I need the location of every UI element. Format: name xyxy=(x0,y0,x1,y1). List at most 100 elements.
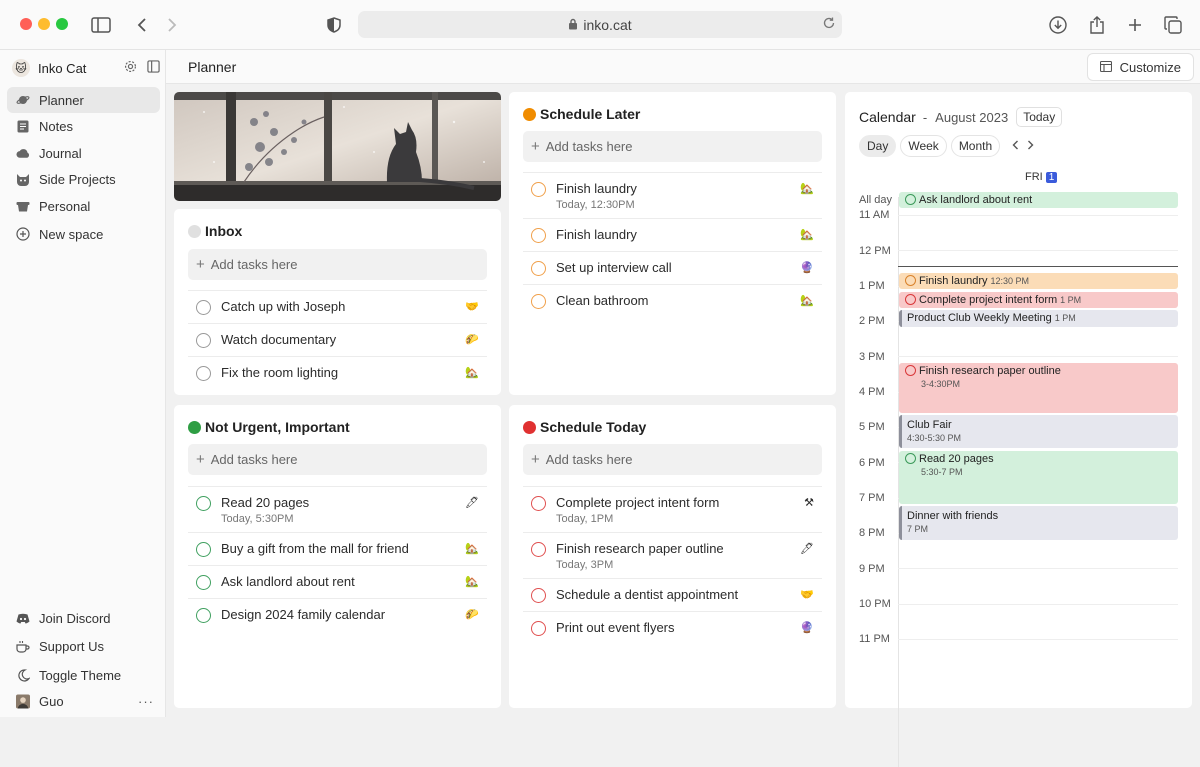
minimize-window-button[interactable] xyxy=(38,18,50,30)
add-task-input[interactable]: + Add tasks here xyxy=(188,444,487,475)
share-icon[interactable] xyxy=(1085,13,1109,37)
task-checkbox[interactable] xyxy=(531,261,546,276)
task-item[interactable]: Buy a gift from the mall for friend 🏡 xyxy=(188,532,487,565)
list-title: Schedule Today xyxy=(523,419,646,435)
crystal-ball-icon: 🔮 xyxy=(800,262,814,274)
add-task-input[interactable]: + Add tasks here xyxy=(523,131,822,162)
task-checkbox[interactable] xyxy=(196,542,211,557)
view-month-button[interactable]: Month xyxy=(950,135,1001,157)
next-day-icon[interactable] xyxy=(1027,139,1034,153)
list-title: Not Urgent, Important xyxy=(188,419,350,435)
task-checkbox[interactable] xyxy=(196,575,211,590)
event-time: 1 PM xyxy=(1054,313,1076,323)
task-checkbox[interactable] xyxy=(531,228,546,243)
task-checkbox[interactable] xyxy=(531,621,546,636)
sidebar-item-label: Planner xyxy=(39,92,84,108)
task-item[interactable]: Design 2024 family calendar 🌮 xyxy=(188,598,487,631)
event-checkbox[interactable] xyxy=(905,275,916,286)
workspace-switcher[interactable]: 🐱 Inko Cat xyxy=(12,58,160,78)
sidebar-item-label: Support Us xyxy=(39,638,105,654)
event-checkbox[interactable] xyxy=(905,365,916,376)
calendar-event[interactable]: Read 20 pages 5:30-7 PM xyxy=(899,451,1178,504)
cover-image xyxy=(174,92,501,201)
task-item[interactable]: Fix the room lighting 🏡 xyxy=(188,356,487,389)
sidebar-item-toggle-theme[interactable]: Toggle Theme xyxy=(7,662,160,688)
add-task-input[interactable]: + Add tasks here xyxy=(523,444,822,475)
download-icon[interactable] xyxy=(1046,13,1070,37)
view-day-button[interactable]: Day xyxy=(859,135,897,157)
task-item[interactable]: Finish laundry 🏡 xyxy=(523,218,822,251)
house-icon: 🏡 xyxy=(465,543,479,555)
calendar-event[interactable]: Dinner with friends 7 PM xyxy=(899,506,1178,540)
sidebar-item-personal[interactable]: Personal xyxy=(7,193,160,219)
sidebar-item-label: Toggle Theme xyxy=(39,667,122,683)
task-name: Schedule a dentist appointment xyxy=(556,587,739,602)
user-menu[interactable]: Guo ··· xyxy=(7,688,160,714)
add-task-input[interactable]: + Add tasks here xyxy=(188,249,487,280)
prev-day-icon[interactable] xyxy=(1012,139,1019,153)
hour-gridline xyxy=(898,356,1178,357)
today-button[interactable]: Today xyxy=(1016,107,1063,127)
close-window-button[interactable] xyxy=(20,18,32,30)
zoom-window-button[interactable] xyxy=(56,18,68,30)
list-title-text: Schedule Today xyxy=(540,419,647,435)
task-item[interactable]: Ask landlord about rent 🏡 xyxy=(188,565,487,598)
sidebar-item-new-space[interactable]: New space xyxy=(7,221,160,247)
collapse-sidebar-icon[interactable] xyxy=(147,60,160,76)
pencil-icon: 🖊 xyxy=(465,497,479,509)
sidebar-item-label: Join Discord xyxy=(39,610,111,626)
task-checkbox[interactable] xyxy=(196,496,211,511)
calendar-event[interactable]: Ask landlord about rent xyxy=(899,192,1178,208)
task-checkbox[interactable] xyxy=(531,588,546,603)
reload-icon[interactable] xyxy=(822,16,836,33)
calendar-event[interactable]: Complete project intent form 1 PM xyxy=(899,292,1178,308)
event-checkbox[interactable] xyxy=(905,194,916,205)
schedule-later-list: Schedule Later + Add tasks here Finish l… xyxy=(509,92,836,395)
task-item[interactable]: Complete project intent form Today, 1PM … xyxy=(523,486,822,532)
back-icon[interactable] xyxy=(130,13,154,37)
new-tab-icon[interactable] xyxy=(1123,13,1147,37)
shield-icon[interactable] xyxy=(322,13,346,37)
sidebar-item-join-discord[interactable]: Join Discord xyxy=(7,605,160,631)
task-item[interactable]: Set up interview call 🔮 xyxy=(523,251,822,284)
sidebar-item-notes[interactable]: Notes xyxy=(7,113,160,139)
task-item[interactable]: Print out event flyers 🔮 xyxy=(523,611,822,644)
task-item[interactable]: Clean bathroom 🏡 xyxy=(523,284,822,317)
calendar-event[interactable]: Product Club Weekly Meeting 1 PM xyxy=(899,310,1178,327)
view-week-button[interactable]: Week xyxy=(900,135,947,157)
sidebar-toggle-icon[interactable] xyxy=(89,13,113,37)
tabs-overview-icon[interactable] xyxy=(1161,13,1185,37)
event-checkbox[interactable] xyxy=(905,453,916,464)
task-item[interactable]: Finish laundry Today, 12:30PM 🏡 xyxy=(523,172,822,218)
task-checkbox[interactable] xyxy=(196,608,211,623)
calendar-event[interactable]: Finish laundry 12:30 PM xyxy=(899,273,1178,289)
calendar-event[interactable]: Club Fair 4:30-5:30 PM xyxy=(899,415,1178,448)
task-item[interactable]: Finish research paper outline Today, 3PM… xyxy=(523,532,822,578)
task-checkbox[interactable] xyxy=(531,542,546,557)
task-due: Today, 1PM xyxy=(556,513,614,525)
task-item[interactable]: Watch documentary 🌮 xyxy=(188,323,487,356)
user-avatar xyxy=(16,694,30,708)
sidebar-item-support-us[interactable]: Support Us xyxy=(7,633,160,659)
task-checkbox[interactable] xyxy=(196,366,211,381)
task-checkbox[interactable] xyxy=(531,496,546,511)
sidebar-item-side-projects[interactable]: Side Projects xyxy=(7,166,160,192)
sidebar-item-planner[interactable]: Planner xyxy=(7,87,160,113)
customize-button[interactable]: Customize xyxy=(1086,53,1194,81)
task-item[interactable]: Read 20 pages Today, 5:30PM 🖊 xyxy=(188,486,487,532)
calendar-event[interactable]: Finish research paper outline 3-4:30PM xyxy=(899,363,1178,413)
sidebar-item-journal[interactable]: Journal xyxy=(7,140,160,166)
task-item[interactable]: Catch up with Joseph 🤝 xyxy=(188,290,487,323)
settings-icon[interactable] xyxy=(124,60,137,76)
event-checkbox[interactable] xyxy=(905,294,916,305)
task-item[interactable]: Schedule a dentist appointment 🤝 xyxy=(523,578,822,611)
task-checkbox[interactable] xyxy=(196,300,211,315)
address-bar[interactable]: inko.cat xyxy=(358,11,842,38)
task-checkbox[interactable] xyxy=(531,182,546,197)
task-due: Today, 3PM xyxy=(556,559,614,571)
task-checkbox[interactable] xyxy=(196,333,211,348)
more-options-icon[interactable]: ··· xyxy=(138,694,154,709)
forward-icon[interactable] xyxy=(160,13,184,37)
task-name: Print out event flyers xyxy=(556,620,675,635)
task-checkbox[interactable] xyxy=(531,294,546,309)
